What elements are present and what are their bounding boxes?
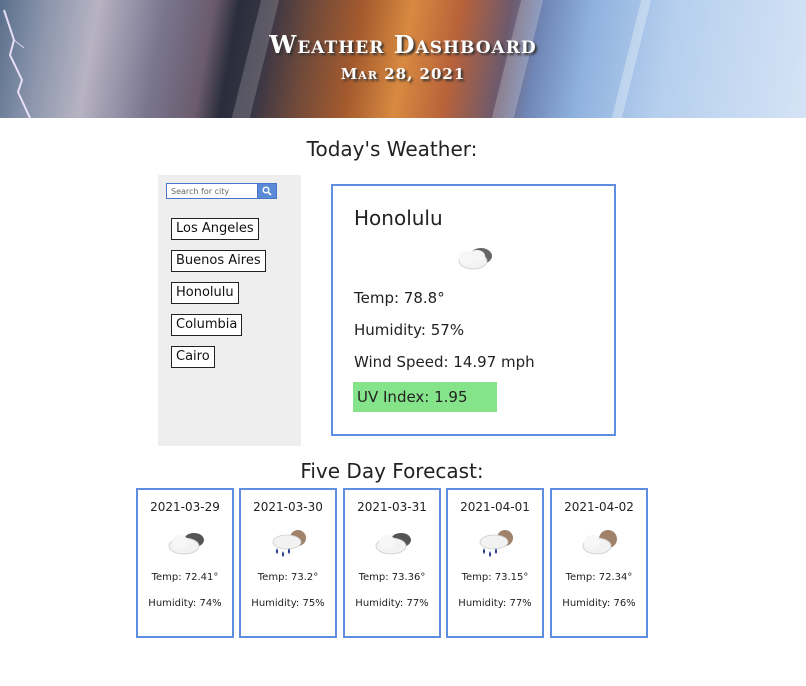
city-button-buenos-aires[interactable]: Buenos Aires (171, 250, 266, 272)
current-temp: Temp: 78.8° (354, 289, 445, 307)
city-sidebar: Los Angeles Buenos Aires Honolulu Columb… (158, 175, 301, 446)
forecast-temp: Temp: 73.2° (257, 572, 319, 583)
search-bar (166, 183, 277, 201)
forecast-humidity: Humidity: 75% (251, 598, 325, 609)
forecast-date: 2021-04-01 (460, 500, 530, 514)
cloudy-icon (168, 533, 204, 555)
city-button-cairo[interactable]: Cairo (171, 346, 215, 368)
forecast-date: 2021-04-02 (564, 500, 634, 514)
forecast-date: 2021-03-31 (357, 500, 427, 514)
current-wind-speed: Wind Speed: 14.97 mph (354, 353, 535, 371)
forecast-temp: Temp: 72.34° (565, 572, 633, 583)
uv-index-badge: UV Index: 1.95 (353, 382, 497, 412)
header-banner: Weather Dashboard Mar 28, 2021 (0, 0, 806, 118)
forecast-card: 2021-04-01 Temp: 73.15° Humidity: 77% (446, 488, 544, 638)
forecast-humidity: Humidity: 76% (562, 598, 636, 609)
forecast-heading: Five Day Forecast: (300, 459, 484, 483)
rain-icon (479, 530, 513, 557)
search-input[interactable] (166, 183, 257, 199)
rain-icon (272, 530, 306, 557)
forecast-humidity: Humidity: 77% (458, 598, 532, 609)
today-heading: Today's Weather: (306, 137, 478, 161)
city-button-columbia[interactable]: Columbia (171, 314, 243, 336)
forecast-card: 2021-03-30 Temp: 73.2° Humidity: 75% (239, 488, 337, 638)
current-city-name: Honolulu (354, 206, 443, 230)
cloudy-icon (375, 533, 411, 555)
page-title: Weather Dashboard (269, 30, 537, 59)
city-button-los-angeles[interactable]: Los Angeles (171, 218, 259, 240)
forecast-card: 2021-03-29 Temp: 72.41° Humidity: 74% (136, 488, 234, 638)
search-icon (262, 186, 272, 196)
lightning-icon (3, 9, 31, 118)
forecast-humidity: Humidity: 74% (148, 598, 222, 609)
current-humidity: Humidity: 57% (354, 321, 465, 339)
partly-cloudy-icon (582, 530, 617, 555)
forecast-temp: Temp: 73.36° (358, 572, 426, 583)
forecast-card: 2021-03-31 Temp: 73.36° Humidity: 77% (343, 488, 441, 638)
search-button[interactable] (257, 183, 277, 199)
partly-cloudy-icon (458, 248, 492, 270)
forecast-temp: Temp: 72.41° (151, 572, 219, 583)
forecast-card: 2021-04-02 Temp: 72.34° Humidity: 76% (550, 488, 648, 638)
forecast-temp: Temp: 73.15° (461, 572, 529, 583)
forecast-date: 2021-03-30 (253, 500, 323, 514)
city-button-honolulu[interactable]: Honolulu (171, 282, 239, 304)
current-date: Mar 28, 2021 (340, 65, 466, 83)
forecast-humidity: Humidity: 77% (355, 598, 429, 609)
forecast-date: 2021-03-29 (150, 500, 220, 514)
current-weather-card: Honolulu Temp: 78.8° Humidity: 57% Wind … (331, 184, 616, 436)
